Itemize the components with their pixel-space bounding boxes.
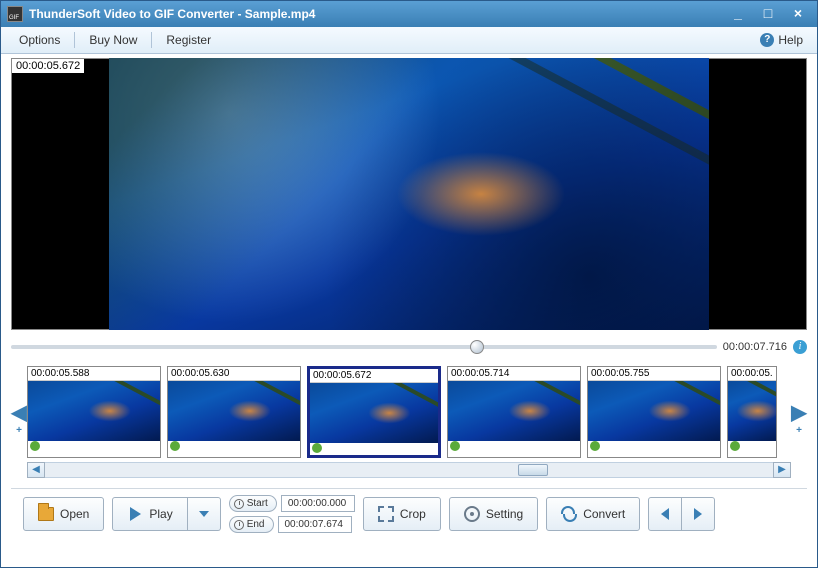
menu-separator <box>74 32 75 48</box>
setting-label: Setting <box>486 507 523 521</box>
thumbnail-marker-icon <box>30 441 40 451</box>
crop-button[interactable]: Crop <box>363 497 441 531</box>
start-label: Start <box>247 498 268 509</box>
thumbnail-timestamp: 00:00:05.755 <box>588 367 720 381</box>
strip-prev-button[interactable]: ◀+ <box>11 376 27 448</box>
menu-options[interactable]: Options <box>9 29 70 51</box>
play-button[interactable]: Play <box>112 497 187 531</box>
thumbnail-marker-icon <box>170 441 180 451</box>
thumbnail-scrollbar: ◀ ▶ <box>11 462 807 478</box>
thumbnail[interactable]: 00:00:05.755 <box>587 366 721 458</box>
thumbnail-marker-icon <box>312 443 322 453</box>
info-icon[interactable]: i <box>793 340 807 354</box>
thumbnail-marker-icon <box>730 441 740 451</box>
nav-buttons <box>648 497 715 531</box>
seek-slider-row: 00:00:07.716 i <box>11 336 807 358</box>
clock-icon <box>234 499 244 509</box>
seek-slider[interactable] <box>11 345 717 349</box>
play-label: Play <box>149 507 172 521</box>
crop-label: Crop <box>400 507 426 521</box>
strip-next-button[interactable]: ▶+ <box>791 376 807 448</box>
thumbnail[interactable]: 00:00:05.714 <box>447 366 581 458</box>
help-icon: ? <box>760 33 774 47</box>
end-label: End <box>247 519 265 530</box>
menu-register[interactable]: Register <box>156 29 221 51</box>
open-label: Open <box>60 507 89 521</box>
thumbnail[interactable]: 00:00:05.672 <box>307 366 441 458</box>
menu-separator <box>151 32 152 48</box>
seek-slider-thumb[interactable] <box>470 340 484 354</box>
open-button[interactable]: Open <box>23 497 104 531</box>
convert-icon <box>561 506 577 522</box>
clock-icon <box>234 520 244 530</box>
thumbnail-image <box>448 381 580 441</box>
hscroll-thumb[interactable] <box>518 464 548 476</box>
thumbnail-footer <box>168 441 300 453</box>
thumbnail[interactable]: 00:00:05.630 <box>167 366 301 458</box>
close-button[interactable]: × <box>789 7 807 21</box>
thumbnail-timestamp: 00:00:05.588 <box>28 367 160 381</box>
set-start-button[interactable]: Start <box>229 495 277 512</box>
current-timestamp-overlay: 00:00:05.672 <box>12 59 84 73</box>
video-preview[interactable]: 00:00:05.672 <box>11 58 807 330</box>
hscroll-left-button[interactable]: ◀ <box>27 462 45 478</box>
thumbnail-timestamp: 00:00:05.672 <box>310 369 438 383</box>
plus-icon: + <box>16 425 22 436</box>
end-time-field[interactable]: 00:00:07.674 <box>278 516 352 533</box>
window-title: ThunderSoft Video to GIF Converter - Sam… <box>29 7 729 21</box>
crop-icon <box>378 506 394 522</box>
chevron-down-icon <box>196 506 212 522</box>
thumbnail-image <box>168 381 300 441</box>
app-icon <box>7 6 23 22</box>
gear-icon <box>464 506 480 522</box>
play-icon <box>127 506 143 522</box>
setting-button[interactable]: Setting <box>449 497 538 531</box>
time-controls: Start 00:00:00.000 End 00:00:07.674 <box>229 495 355 533</box>
duration-label: 00:00:07.716 <box>723 341 787 353</box>
thumbnail-timestamp: 00:00:05.630 <box>168 367 300 381</box>
maximize-button[interactable]: □ <box>759 7 777 21</box>
video-frame-image <box>109 58 709 330</box>
start-time-field[interactable]: 00:00:00.000 <box>281 495 355 512</box>
arrow-right-icon <box>690 506 706 522</box>
thumbnail-footer <box>588 441 720 453</box>
thumbnail-marker-icon <box>590 441 600 451</box>
thumbnail-timestamp: 00:00:05. <box>728 367 776 381</box>
arrow-left-icon <box>657 506 673 522</box>
help-label: Help <box>778 33 803 47</box>
thumbnail-image <box>28 381 160 441</box>
thumbnail-footer <box>310 443 438 455</box>
hscroll-track[interactable] <box>45 462 773 478</box>
help-button[interactable]: ? Help <box>754 29 809 51</box>
folder-icon <box>38 506 54 522</box>
convert-label: Convert <box>583 507 625 521</box>
thumbnail[interactable]: 00:00:05.588 <box>27 366 161 458</box>
next-button[interactable] <box>682 497 715 531</box>
menu-buynow[interactable]: Buy Now <box>79 29 147 51</box>
hscroll-right-button[interactable]: ▶ <box>773 462 791 478</box>
thumbnail-image <box>728 381 776 441</box>
menubar: Options Buy Now Register ? Help <box>1 27 817 54</box>
controls-row: Open Play Start 00:00:00.000 <box>11 488 807 539</box>
thumbnail-footer <box>28 441 160 453</box>
thumbnail-strip: ◀+ 00:00:05.588 00:00:05.630 00:00:05.672 0… <box>11 366 807 458</box>
convert-button[interactable]: Convert <box>546 497 640 531</box>
thumbnail-footer <box>728 441 776 453</box>
content-area: 00:00:05.672 00:00:07.716 i ◀+ 00:00:05.… <box>1 54 817 567</box>
set-end-button[interactable]: End <box>229 516 274 533</box>
thumbnail-image <box>310 383 438 443</box>
thumbnail-footer <box>448 441 580 453</box>
minimize-button[interactable]: _ <box>729 7 747 21</box>
thumbnail-image <box>588 381 720 441</box>
prev-button[interactable] <box>648 497 682 531</box>
play-button-group: Play <box>112 497 220 531</box>
app-window: ThunderSoft Video to GIF Converter - Sam… <box>0 0 818 568</box>
play-menu-button[interactable] <box>188 497 221 531</box>
plus-icon: + <box>796 425 802 436</box>
titlebar: ThunderSoft Video to GIF Converter - Sam… <box>1 1 817 27</box>
thumbnail[interactable]: 00:00:05. <box>727 366 777 458</box>
thumbnail-timestamp: 00:00:05.714 <box>448 367 580 381</box>
thumbnail-marker-icon <box>450 441 460 451</box>
